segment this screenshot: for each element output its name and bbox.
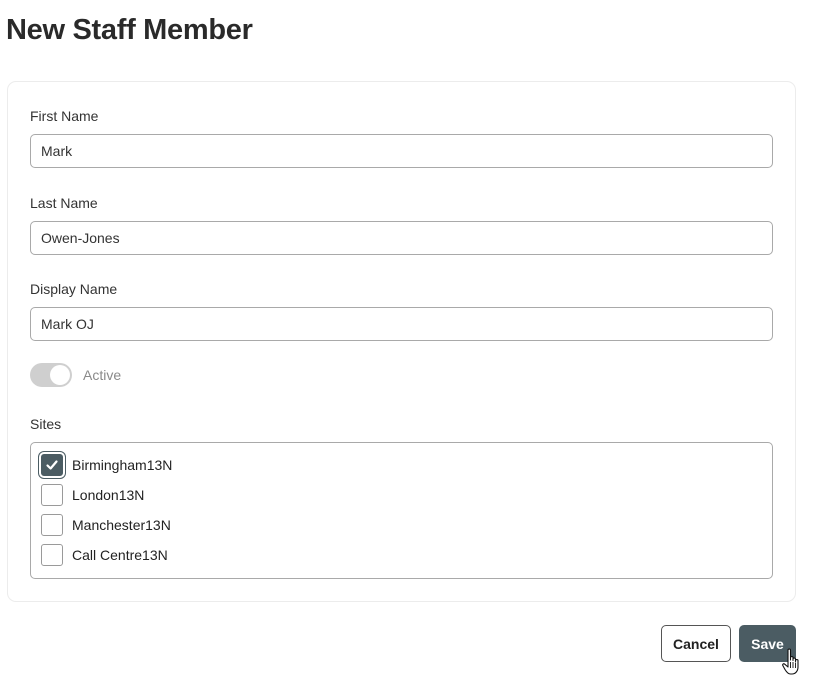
cancel-button[interactable]: Cancel	[661, 625, 731, 662]
sites-label: Sites	[30, 416, 62, 432]
site-checkbox-birmingham13n[interactable]	[41, 454, 63, 476]
display-name-input[interactable]	[30, 307, 773, 341]
site-checkbox-call-centre13n[interactable]	[41, 544, 63, 566]
site-checkbox-manchester13n[interactable]	[41, 514, 63, 536]
site-item-manchester13n[interactable]: Manchester13N	[41, 513, 171, 537]
site-label: Birmingham13N	[72, 457, 173, 473]
site-label: Manchester13N	[72, 517, 171, 533]
last-name-input[interactable]	[30, 221, 773, 255]
site-item-birmingham13n[interactable]: Birmingham13N	[41, 453, 172, 477]
staff-form-card: First Name Last Name Display Name Active…	[7, 81, 796, 602]
sites-list: Birmingham13N London13N Manchester13N Ca…	[30, 442, 773, 579]
hand-pointer-icon	[782, 648, 799, 675]
site-label: London13N	[72, 487, 145, 503]
active-toggle-label: Active	[83, 367, 122, 383]
active-toggle-knob	[50, 365, 70, 385]
checkmark-icon	[46, 460, 58, 470]
site-checkbox-london13n[interactable]	[41, 484, 63, 506]
active-toggle[interactable]	[30, 363, 72, 387]
last-name-label: Last Name	[30, 195, 98, 211]
first-name-label: First Name	[30, 108, 99, 124]
display-name-label: Display Name	[30, 281, 118, 297]
site-item-london13n[interactable]: London13N	[41, 483, 144, 507]
site-label: Call Centre13N	[72, 547, 168, 563]
site-item-call-centre13n[interactable]: Call Centre13N	[41, 543, 168, 567]
page-title: New Staff Member	[6, 14, 253, 46]
first-name-input[interactable]	[30, 134, 773, 168]
